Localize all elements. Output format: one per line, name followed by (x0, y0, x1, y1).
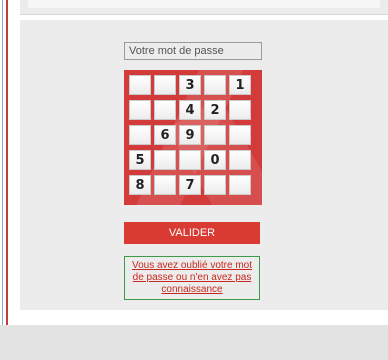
forgot-password-link[interactable]: Vous avez oublié votre mot de passe ou n… (131, 260, 253, 296)
keypad-key[interactable]: 9 (179, 125, 201, 145)
virtual-keypad: 3 1 4 2 6 9 5 0 8 7 (124, 70, 262, 205)
keypad-key[interactable] (179, 150, 201, 170)
keypad-key[interactable] (129, 75, 151, 95)
keypad-key[interactable] (129, 125, 151, 145)
left-border-red-line (6, 0, 8, 325)
keypad-key[interactable]: 6 (154, 125, 176, 145)
keypad-key[interactable] (154, 150, 176, 170)
left-border-blue-line (2, 0, 3, 325)
top-panel (20, 0, 388, 15)
keypad-key[interactable]: 1 (229, 75, 251, 95)
keypad-key[interactable] (229, 100, 251, 120)
forgot-password-box: Vous avez oublié votre mot de passe ou n… (124, 256, 260, 300)
keypad-key[interactable]: 4 (179, 100, 201, 120)
keypad-key[interactable] (129, 100, 151, 120)
password-input[interactable] (124, 42, 262, 60)
keypad-key[interactable]: 8 (129, 175, 151, 195)
keypad-key[interactable]: 5 (129, 150, 151, 170)
keypad-grid: 3 1 4 2 6 9 5 0 8 7 (129, 75, 257, 195)
keypad-key[interactable] (154, 75, 176, 95)
submit-button[interactable]: VALIDER (124, 222, 260, 244)
keypad-key[interactable] (229, 175, 251, 195)
keypad-key[interactable] (204, 125, 226, 145)
keypad-key[interactable]: 7 (179, 175, 201, 195)
keypad-key[interactable] (154, 175, 176, 195)
footer-bar (0, 325, 388, 360)
left-border (0, 0, 14, 325)
keypad-key[interactable]: 0 (204, 150, 226, 170)
keypad-key[interactable]: 2 (204, 100, 226, 120)
keypad-key[interactable] (229, 125, 251, 145)
top-panel-inner (28, 0, 380, 8)
keypad-key[interactable] (204, 75, 226, 95)
keypad-key[interactable]: 3 (179, 75, 201, 95)
keypad-key[interactable] (229, 150, 251, 170)
keypad-key[interactable] (154, 100, 176, 120)
keypad-key[interactable] (204, 175, 226, 195)
